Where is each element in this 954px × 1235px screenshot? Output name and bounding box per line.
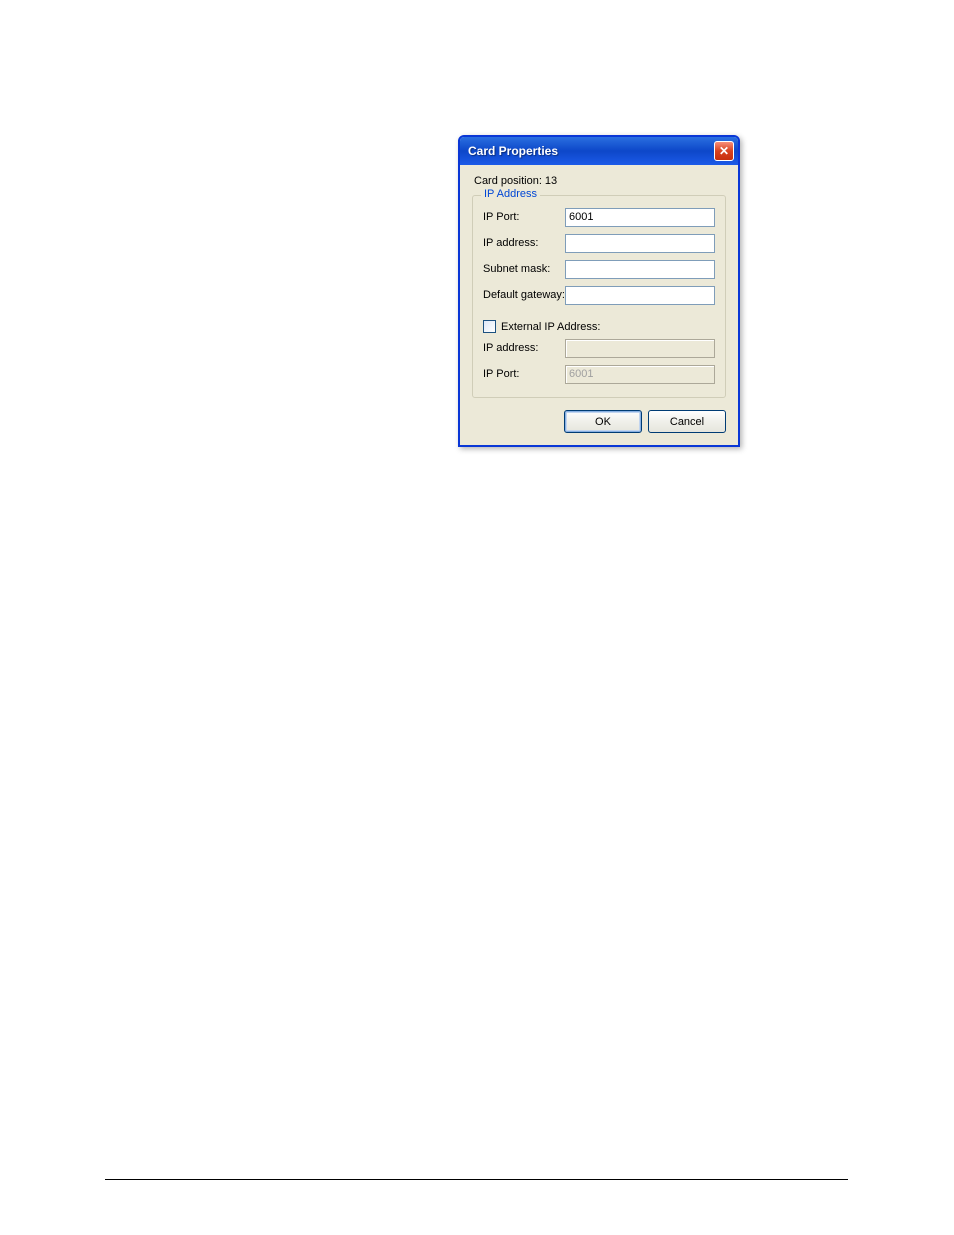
external-ip-checkbox-row: External IP Address: — [483, 320, 715, 333]
ok-button[interactable]: OK — [564, 410, 642, 433]
ip-port-label: IP Port: — [483, 211, 565, 223]
external-ip-port-row: IP Port: — [483, 363, 715, 385]
dialog-body: Card position: 13 IP Address IP Port: IP… — [460, 165, 738, 445]
external-ip-port-label: IP Port: — [483, 368, 565, 380]
external-ip-port-input — [565, 365, 715, 384]
external-ip-checkbox[interactable] — [483, 320, 496, 333]
external-ip-address-label: IP address: — [483, 342, 565, 354]
subnet-mask-label: Subnet mask: — [483, 263, 565, 275]
close-icon: ✕ — [719, 145, 729, 157]
external-ip-checkbox-label: External IP Address: — [501, 321, 600, 333]
dialog-buttons: OK Cancel — [472, 410, 726, 433]
external-ip-address-row: IP address: — [483, 337, 715, 359]
ip-address-input[interactable] — [565, 234, 715, 253]
groupbox-legend: IP Address — [481, 188, 540, 200]
ip-port-row: IP Port: — [483, 206, 715, 228]
external-ip-address-input — [565, 339, 715, 358]
ip-address-label: IP address: — [483, 237, 565, 249]
default-gateway-label: Default gateway: — [483, 289, 565, 301]
subnet-mask-row: Subnet mask: — [483, 258, 715, 280]
default-gateway-input[interactable] — [565, 286, 715, 305]
cancel-button[interactable]: Cancel — [648, 410, 726, 433]
card-position-label: Card position: 13 — [472, 175, 726, 187]
ip-port-input[interactable] — [565, 208, 715, 227]
page-divider — [105, 1179, 848, 1180]
dialog-titlebar[interactable]: Card Properties ✕ — [460, 137, 738, 165]
ip-address-groupbox: IP Address IP Port: IP address: Subnet m… — [472, 195, 726, 398]
ip-address-row: IP address: — [483, 232, 715, 254]
subnet-mask-input[interactable] — [565, 260, 715, 279]
dialog-title: Card Properties — [468, 144, 558, 158]
card-properties-dialog: Card Properties ✕ Card position: 13 IP A… — [458, 135, 740, 447]
close-button[interactable]: ✕ — [714, 141, 734, 161]
default-gateway-row: Default gateway: — [483, 284, 715, 306]
